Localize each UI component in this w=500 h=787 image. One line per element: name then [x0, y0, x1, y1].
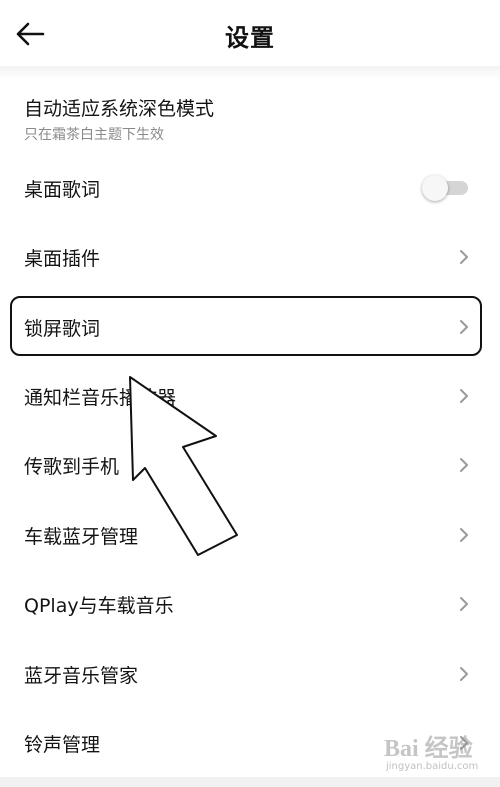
chevron-right-icon: [460, 249, 468, 264]
chevron-right-icon: [460, 319, 468, 334]
setting-dark-mode[interactable]: 自动适应系统深色模式 只在霜茶白主题下生效: [0, 88, 500, 158]
header-divider: [0, 66, 500, 80]
setting-desktop-widget[interactable]: 桌面插件: [0, 222, 500, 291]
setting-label: 车载蓝牙管理: [24, 526, 139, 548]
setting-desktop-lyrics[interactable]: 桌面歌词: [0, 153, 500, 222]
setting-label: 桌面歌词: [24, 179, 101, 201]
toggle-knob: [422, 174, 448, 201]
chevron-right-icon: [460, 388, 468, 403]
setting-label: 铃声管理: [24, 734, 101, 756]
setting-sublabel: 只在霜茶白主题下生效: [24, 127, 164, 143]
setting-label: 蓝牙音乐管家: [24, 665, 139, 687]
setting-lockscreen-lyrics[interactable]: 锁屏歌词: [0, 292, 500, 361]
setting-bluetooth-music-manager[interactable]: 蓝牙音乐管家: [0, 639, 500, 708]
setting-label: 桌面插件: [24, 248, 101, 270]
setting-label: 自动适应系统深色模式: [24, 98, 215, 120]
setting-car-bluetooth[interactable]: 车载蓝牙管理: [0, 500, 500, 569]
setting-label: 通知栏音乐播放器: [24, 387, 177, 409]
page-title: 设置: [225, 24, 275, 52]
chevron-right-icon: [460, 457, 468, 472]
setting-label: 传歌到手机: [24, 456, 120, 478]
setting-notification-player[interactable]: 通知栏音乐播放器: [0, 361, 500, 430]
chevron-right-icon: [460, 596, 468, 611]
setting-ringtone-manager[interactable]: 铃声管理: [0, 708, 500, 777]
setting-qplay-car-music[interactable]: QPlay与车载音乐: [0, 569, 500, 638]
header: 设置: [0, 0, 500, 72]
bottom-divider: [0, 777, 500, 787]
chevron-right-icon: [460, 527, 468, 542]
setting-transfer-to-phone[interactable]: 传歌到手机: [0, 430, 500, 499]
chevron-right-icon: [460, 666, 468, 681]
setting-label: 锁屏歌词: [24, 318, 101, 340]
desktop-lyrics-toggle[interactable]: [422, 174, 470, 201]
chevron-right-icon: [460, 735, 468, 750]
setting-label: QPlay与车载音乐: [24, 595, 174, 617]
